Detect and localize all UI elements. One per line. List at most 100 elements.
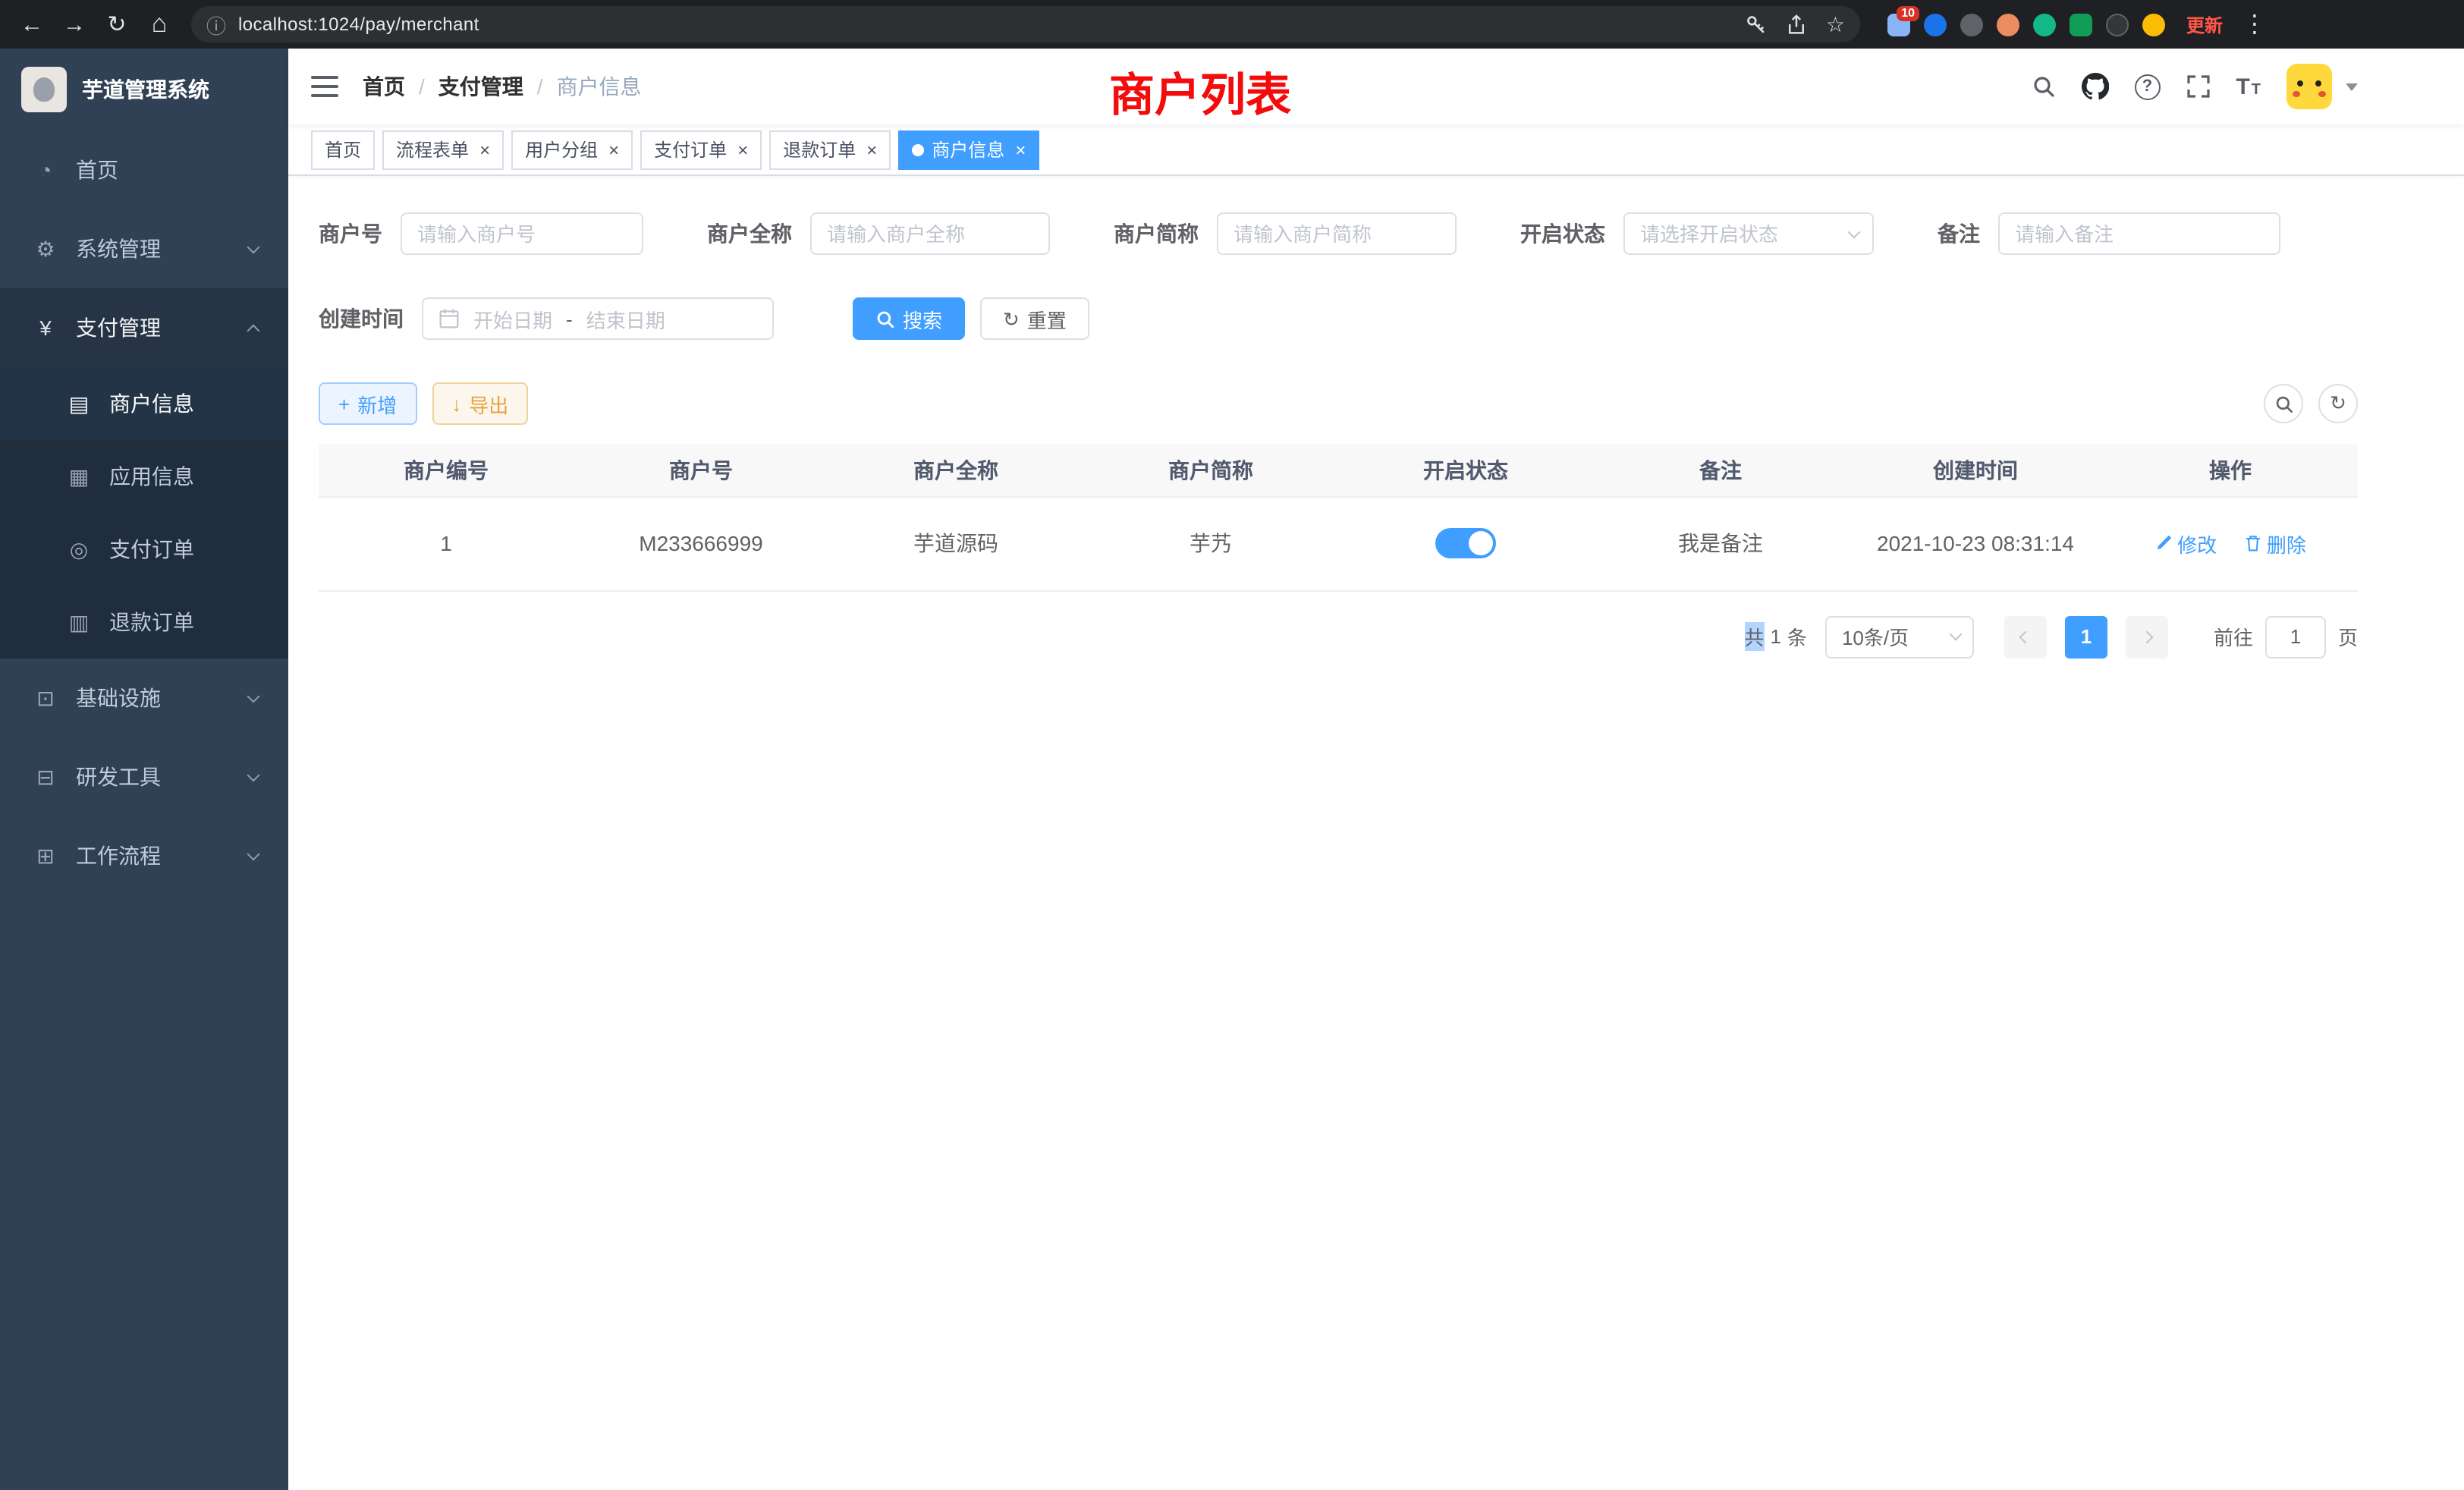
trash-icon xyxy=(2244,534,2262,552)
app-title: 芋道管理系统 xyxy=(82,74,209,105)
close-icon[interactable]: × xyxy=(608,140,619,159)
delete-button[interactable]: 删除 xyxy=(2244,529,2306,558)
cell-create-time: 2021-10-23 08:31:14 xyxy=(1848,496,2103,590)
omnibox-actions: ☆ xyxy=(1746,11,1845,37)
date-range-picker[interactable]: 开始日期 - 结束日期 xyxy=(422,297,774,340)
payment-submenu: ▤ 商户信息 ▦ 应用信息 ◎ 支付订单 ▥ 退款订单 xyxy=(0,367,288,659)
breadcrumb-home[interactable]: 首页 xyxy=(363,71,405,102)
sidebar-item-payment[interactable]: ¥ 支付管理 xyxy=(0,288,288,367)
extension-badge: 10 xyxy=(1897,5,1919,20)
search-button[interactable]: 搜索 xyxy=(853,297,965,340)
bookmark-star-icon[interactable]: ☆ xyxy=(1826,11,1845,37)
hide-search-button[interactable] xyxy=(2264,384,2303,423)
cell-remark: 我是备注 xyxy=(1593,496,1848,590)
app-logo[interactable]: 芋道管理系统 xyxy=(0,49,288,130)
browser-back-icon[interactable]: ← xyxy=(12,5,52,44)
target-icon: ◎ xyxy=(67,536,91,562)
extension-icon[interactable] xyxy=(1960,13,1983,36)
extension-icon[interactable] xyxy=(2033,13,2056,36)
export-label: 导出 xyxy=(469,389,508,418)
sidebar-item-infrastructure[interactable]: ⊡ 基础设施 xyxy=(0,659,288,737)
monitor-icon: ⊡ xyxy=(33,685,58,711)
document-icon: ▥ xyxy=(67,609,91,635)
tab-merchant-info[interactable]: 商户信息 × xyxy=(898,130,1039,169)
add-button[interactable]: + 新增 xyxy=(319,382,416,425)
close-icon[interactable]: × xyxy=(479,140,490,159)
share-icon[interactable] xyxy=(1787,14,1808,35)
reset-button[interactable]: ↻ 重置 xyxy=(980,297,1089,340)
tab-refund-order[interactable]: 退款订单 × xyxy=(769,130,891,169)
sidebar-toggle-icon[interactable] xyxy=(311,76,338,97)
close-icon[interactable]: × xyxy=(866,140,877,159)
github-icon[interactable] xyxy=(2081,73,2108,100)
sidebar-item-refund-order[interactable]: ▥ 退款订单 xyxy=(0,586,288,659)
browser-reload-icon[interactable]: ↻ xyxy=(97,5,137,44)
help-icon[interactable]: ? xyxy=(2134,74,2160,99)
address-bar[interactable]: ⓘ localhost:1024/pay/merchant ☆ xyxy=(191,6,1860,42)
extension-icon[interactable] xyxy=(2142,13,2165,36)
browser-menu-icon[interactable]: ⋮ xyxy=(2235,5,2274,44)
tab-label: 流程表单 xyxy=(396,137,469,162)
extension-icon[interactable] xyxy=(1997,13,2019,36)
page-size-select[interactable]: 10条/页 xyxy=(1825,615,1974,658)
filter-label: 商户号 xyxy=(319,218,382,249)
status-toggle[interactable] xyxy=(1435,528,1496,558)
export-button[interactable]: ↓ 导出 xyxy=(432,382,528,425)
prev-page-button[interactable] xyxy=(2004,615,2047,658)
cell-short-name: 芋艿 xyxy=(1083,496,1338,590)
sidebar-item-system[interactable]: ⚙ 系统管理 xyxy=(0,209,288,288)
merchant-no-input[interactable] xyxy=(401,212,643,255)
avatar-caret-icon[interactable] xyxy=(2346,83,2358,90)
extension-icon[interactable] xyxy=(2070,13,2092,36)
short-name-input[interactable] xyxy=(1217,212,1457,255)
tab-home[interactable]: 首页 xyxy=(311,130,375,169)
url-text: localhost:1024/pay/merchant xyxy=(238,14,479,35)
refresh-icon: ↻ xyxy=(1003,309,1020,328)
sidebar-item-devtools[interactable]: ⊟ 研发工具 xyxy=(0,737,288,816)
tab-user-group[interactable]: 用户分组 × xyxy=(511,130,633,169)
tab-pay-order[interactable]: 支付订单 × xyxy=(640,130,762,169)
password-key-icon[interactable] xyxy=(1746,13,1768,36)
close-icon[interactable]: × xyxy=(1015,140,1026,159)
edit-button[interactable]: 修改 xyxy=(2154,529,2217,558)
cell-actions: 修改 删除 xyxy=(2103,496,2358,590)
full-name-input[interactable] xyxy=(810,212,1050,255)
browser-forward-icon[interactable]: → xyxy=(55,5,94,44)
tab-process-form[interactable]: 流程表单 × xyxy=(382,130,504,169)
pagination-jumper: 前往 页 xyxy=(2214,615,2358,658)
chevron-down-icon xyxy=(247,690,260,703)
workflow-icon: ⊞ xyxy=(33,843,58,869)
status-select[interactable] xyxy=(1623,212,1874,255)
close-icon[interactable]: × xyxy=(737,140,748,159)
search-icon[interactable] xyxy=(2031,74,2055,99)
breadcrumb-payment[interactable]: 支付管理 xyxy=(438,71,523,102)
tab-label: 用户分组 xyxy=(525,137,598,162)
chevron-left-icon xyxy=(2019,630,2032,643)
fullscreen-icon[interactable] xyxy=(2186,74,2210,99)
extension-icon[interactable] xyxy=(2106,13,2129,36)
table-toolbar: + 新增 ↓ 导出 ↻ xyxy=(319,382,2358,425)
filter-label: 创建时间 xyxy=(319,303,404,334)
sidebar-item-workflow[interactable]: ⊞ 工作流程 xyxy=(0,816,288,895)
edit-label: 修改 xyxy=(2177,529,2217,558)
site-info-icon[interactable]: ⓘ xyxy=(206,10,226,39)
download-icon: ↓ xyxy=(451,394,461,413)
font-size-icon[interactable]: TT xyxy=(2236,75,2261,98)
goto-page-input[interactable] xyxy=(2265,615,2326,658)
refresh-button[interactable]: ↻ xyxy=(2318,384,2358,423)
browser-home-icon[interactable]: ⌂ xyxy=(140,5,179,44)
extension-icon[interactable]: 10 xyxy=(1887,13,1910,36)
search-icon xyxy=(2274,394,2293,413)
sidebar-item-label: 支付管理 xyxy=(76,313,231,343)
sidebar-item-merchant-info[interactable]: ▤ 商户信息 xyxy=(0,367,288,440)
user-avatar[interactable] xyxy=(2286,64,2332,109)
next-page-button[interactable] xyxy=(2126,615,2168,658)
sidebar-item-label: 支付订单 xyxy=(109,534,261,564)
page-number-1[interactable]: 1 xyxy=(2065,615,2107,658)
browser-update-button[interactable]: 更新 xyxy=(2186,11,2223,37)
remark-input[interactable] xyxy=(1998,212,2280,255)
extension-icon[interactable] xyxy=(1924,13,1947,36)
sidebar-item-home[interactable]: ◔ 首页 xyxy=(0,130,288,209)
sidebar-item-pay-order[interactable]: ◎ 支付订单 xyxy=(0,513,288,586)
sidebar-item-app-info[interactable]: ▦ 应用信息 xyxy=(0,440,288,513)
